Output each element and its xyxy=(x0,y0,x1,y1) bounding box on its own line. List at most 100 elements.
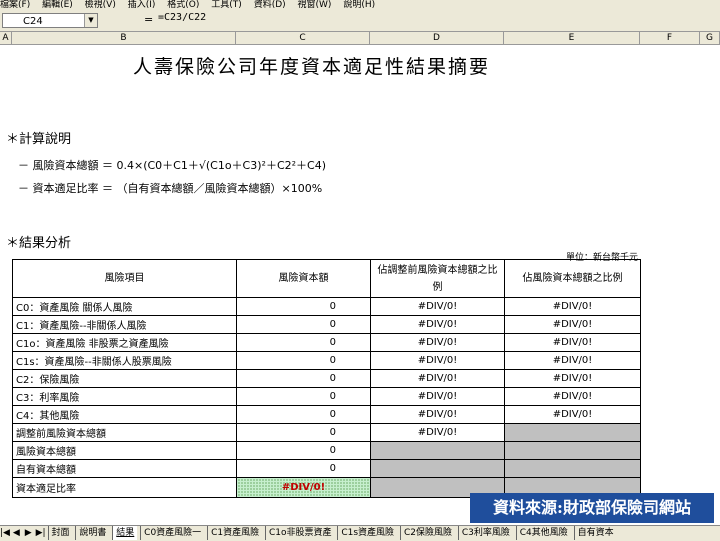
cell-pct-total[interactable]: #DIV/0! xyxy=(504,315,641,334)
cell-risk-capital[interactable]: 0 xyxy=(236,423,371,442)
tab-results[interactable]: 結果 xyxy=(112,526,138,540)
cell-risk-item[interactable]: C1：資產風險--非關係人風險 xyxy=(12,315,237,334)
cell-risk-capital[interactable]: 0 xyxy=(236,297,371,316)
cell-risk-item[interactable]: 調整前風險資本總額 xyxy=(12,423,237,442)
name-box[interactable]: C24 ▼ xyxy=(2,13,98,28)
tab-c0[interactable]: C0資產風險一 xyxy=(140,526,204,540)
cell-risk-item[interactable]: C1o：資產風險 非股票之資產風險 xyxy=(12,333,237,352)
header-pct-total[interactable]: 佔風險資本總額之比例 xyxy=(504,259,641,298)
tab-own-capital[interactable]: 自有資本 xyxy=(573,526,617,540)
column-header-f[interactable]: F xyxy=(640,32,700,45)
column-header-c[interactable]: C xyxy=(236,32,370,45)
formula-line-risk-capital: － 風險資本總額 ＝ 0.4×(C0＋C1＋√(C1o＋C3)²＋C2²＋C4) xyxy=(18,159,326,172)
header-risk-item[interactable]: 風險項目 xyxy=(12,259,237,298)
cell-total-risk-capital-label[interactable]: 風險資本總額 xyxy=(12,441,237,460)
cell-risk-item[interactable]: C1s：資產風險--非關係人股票風險 xyxy=(12,351,237,370)
cell-adequacy-ratio-label[interactable]: 資本適足比率 xyxy=(12,477,237,498)
formula-input[interactable]: =C23/C22 xyxy=(158,12,206,23)
section-result-heading: ＊結果分析 xyxy=(6,236,72,251)
menu-file[interactable]: 檔案(F) xyxy=(0,0,30,10)
cell-risk-capital[interactable]: 0 xyxy=(236,333,371,352)
last-sheet-arrow-icon[interactable]: ▶| xyxy=(36,526,46,540)
cell-pct-total[interactable]: #DIV/0! xyxy=(504,405,641,424)
first-sheet-arrow-icon[interactable]: |◀ xyxy=(0,526,10,540)
equals-sign: = xyxy=(144,13,154,26)
next-sheet-arrow-icon[interactable]: ▶ xyxy=(24,526,33,540)
column-header-b[interactable]: B xyxy=(12,32,236,45)
cell-risk-capital[interactable]: 0 xyxy=(236,387,371,406)
cell-pct-total[interactable]: #DIV/0! xyxy=(504,369,641,388)
cell-risk-capital[interactable]: 0 xyxy=(236,315,371,334)
cell-adequacy-ratio-selected[interactable]: #DIV/0! xyxy=(236,477,371,498)
section-calc-heading: ＊計算說明 xyxy=(6,132,72,147)
prev-sheet-arrow-icon[interactable]: ◀ xyxy=(12,526,21,540)
cell-blank[interactable] xyxy=(370,459,505,478)
cell-reference: C24 xyxy=(23,16,43,27)
menu-edit[interactable]: 編輯(E) xyxy=(42,0,73,10)
cell-pct-before[interactable]: #DIV/0! xyxy=(370,369,505,388)
menu-help[interactable]: 說明(H) xyxy=(343,0,375,10)
tab-c1[interactable]: C1資產風險 xyxy=(207,526,262,540)
cell-risk-capital[interactable]: 0 xyxy=(236,351,371,370)
formula-bar: C24 ▼ = =C23/C22 xyxy=(0,11,720,32)
menu-tools[interactable]: 工具(T) xyxy=(211,0,242,10)
source-banner: 資料來源:財政部保險司網站 xyxy=(470,493,714,523)
cell-total-risk-capital[interactable]: 0 xyxy=(236,441,371,460)
cell-pct-total[interactable] xyxy=(504,423,641,442)
table-row: C0：資產風險 關係人風險 0 #DIV/0! #DIV/0! xyxy=(12,297,641,316)
cell-risk-capital[interactable]: 0 xyxy=(236,405,371,424)
cell-blank[interactable] xyxy=(504,441,641,460)
tab-c4[interactable]: C4其他風險 xyxy=(515,526,571,540)
cell-risk-item[interactable]: C0：資產風險 關係人風險 xyxy=(12,297,237,316)
table-row: C3：利率風險 0 #DIV/0! #DIV/0! xyxy=(12,387,641,406)
table-row: 調整前風險資本總額 0 #DIV/0! xyxy=(12,423,641,442)
table-row: 自有資本總額 0 xyxy=(12,459,641,478)
cell-risk-capital[interactable]: 0 xyxy=(236,369,371,388)
tab-c1s[interactable]: C1s資產風險 xyxy=(337,526,397,540)
table-row: C1：資產風險--非關係人風險 0 #DIV/0! #DIV/0! xyxy=(12,315,641,334)
table-header-row: 風險項目 風險資本額 佔調整前風險資本總額之比例 佔風險資本總額之比例 xyxy=(12,259,641,298)
menu-view[interactable]: 檢視(V) xyxy=(85,0,116,10)
menu-insert[interactable]: 插入(I) xyxy=(128,0,156,10)
menu-bar: 檔案(F) 編輯(E) 檢視(V) 插入(I) 格式(O) 工具(T) 資料(D… xyxy=(0,0,720,11)
risk-table: 風險項目 風險資本額 佔調整前風險資本總額之比例 佔風險資本總額之比例 C0：資… xyxy=(12,259,641,498)
cell-own-capital[interactable]: 0 xyxy=(236,459,371,478)
chevron-down-icon[interactable]: ▼ xyxy=(84,14,97,27)
cell-blank[interactable] xyxy=(370,441,505,460)
header-pct-before[interactable]: 佔調整前風險資本總額之比例 xyxy=(370,259,505,298)
cell-pct-total[interactable]: #DIV/0! xyxy=(504,387,641,406)
table-row: C1s：資產風險--非關係人股票風險 0 #DIV/0! #DIV/0! xyxy=(12,351,641,370)
menu-data[interactable]: 資料(D) xyxy=(254,0,286,10)
cell-pct-total[interactable]: #DIV/0! xyxy=(504,351,641,370)
cell-risk-item[interactable]: C3：利率風險 xyxy=(12,387,237,406)
table-row: 風險資本總額 0 xyxy=(12,441,641,460)
tab-c2[interactable]: C2保險風險 xyxy=(399,526,455,540)
menu-format[interactable]: 格式(O) xyxy=(167,0,199,10)
column-header-d[interactable]: D xyxy=(370,32,504,45)
cell-blank[interactable] xyxy=(504,459,641,478)
cell-pct-before[interactable]: #DIV/0! xyxy=(370,387,505,406)
column-header-g[interactable]: G xyxy=(700,32,720,45)
sheet-tab-bar: |◀ ◀ ▶ ▶| 封面 說明書 結果 C0資產風險一 C1資產風險 C1o非股… xyxy=(0,525,720,541)
menu-window[interactable]: 視窗(W) xyxy=(298,0,332,10)
table-row: C4：其他風險 0 #DIV/0! #DIV/0! xyxy=(12,405,641,424)
cell-pct-before[interactable]: #DIV/0! xyxy=(370,297,505,316)
cell-risk-item[interactable]: C4：其他風險 xyxy=(12,405,237,424)
cell-risk-item[interactable]: C2：保險風險 xyxy=(12,369,237,388)
tab-c1o[interactable]: C1o非股票資產 xyxy=(264,526,335,540)
cell-pct-total[interactable]: #DIV/0! xyxy=(504,333,641,352)
cell-pct-before[interactable]: #DIV/0! xyxy=(370,423,505,442)
column-header-a[interactable]: A xyxy=(0,32,12,45)
tab-cover[interactable]: 封面 xyxy=(47,526,73,540)
tab-instructions[interactable]: 說明書 xyxy=(75,526,109,540)
table-row: C1o：資產風險 非股票之資產風險 0 #DIV/0! #DIV/0! xyxy=(12,333,641,352)
tab-c3[interactable]: C3利率風險 xyxy=(457,526,513,540)
column-header-e[interactable]: E xyxy=(504,32,640,45)
header-risk-capital[interactable]: 風險資本額 xyxy=(236,259,371,298)
cell-pct-before[interactable]: #DIV/0! xyxy=(370,333,505,352)
cell-pct-before[interactable]: #DIV/0! xyxy=(370,405,505,424)
cell-pct-before[interactable]: #DIV/0! xyxy=(370,351,505,370)
cell-pct-before[interactable]: #DIV/0! xyxy=(370,315,505,334)
cell-pct-total[interactable]: #DIV/0! xyxy=(504,297,641,316)
cell-own-capital-label[interactable]: 自有資本總額 xyxy=(12,459,237,478)
